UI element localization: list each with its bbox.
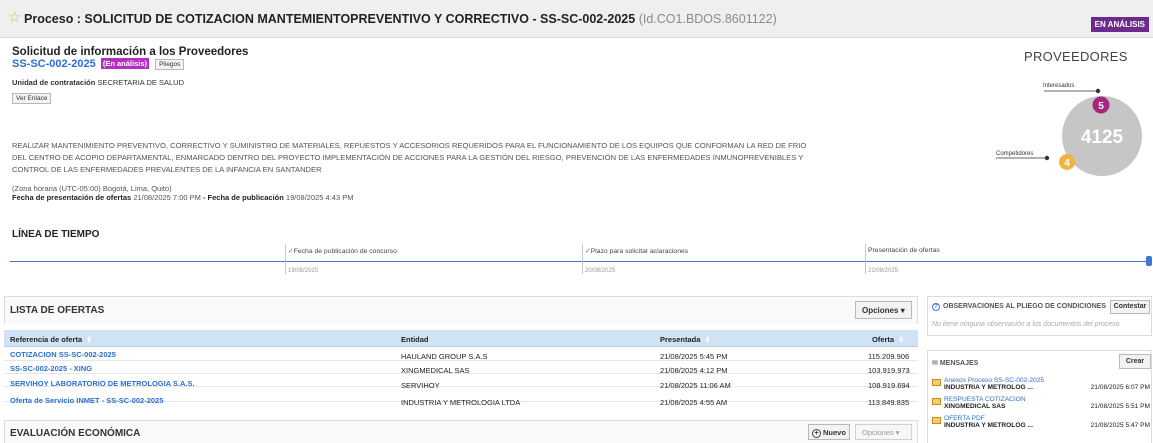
- competidores-dot: [1044, 155, 1050, 161]
- ver-enlace-button[interactable]: Ver Enlace: [12, 93, 52, 104]
- envelope-icon: [932, 379, 941, 386]
- process-id: (Id.CO1.BDOS.8601122): [638, 12, 777, 26]
- message-sender: INDUSTRIA Y METROLOG ...: [944, 384, 1033, 391]
- status-tag: (En análisis): [100, 58, 150, 69]
- process-reference: SS-SC-002-2025 (En análisis) Pliegos: [12, 58, 185, 70]
- message-sender: INDUSTRIA Y METROLOG ...: [944, 422, 1033, 429]
- offer-date: 21/08/2025 11:06 AM: [660, 381, 731, 390]
- messages-title: ✉ MENSAJES: [932, 360, 979, 367]
- column-header-entity: Entidad: [401, 335, 429, 344]
- interesados-count: 5: [1098, 101, 1104, 112]
- message-sender: XINGMEDICAL SAS: [944, 403, 1006, 410]
- offers-options-button[interactable]: Opciones ▾: [855, 301, 912, 319]
- competidores-label: Competidores: [996, 151, 1033, 157]
- process-header: ☆ Proceso : SOLICITUD DE COTIZACION MANT…: [0, 0, 1153, 38]
- timeline-tick: [865, 244, 866, 274]
- offer-date: 21/08/2025 5:45 PM: [660, 352, 728, 361]
- message-subject[interactable]: Anexos Proceso SS-SC-002-2025: [944, 377, 1044, 384]
- process-dates: Fecha de presentación de ofertas 21/08/2…: [12, 193, 354, 202]
- interesados-label: Interesados: [1043, 83, 1074, 89]
- envelope-icon: ✉: [932, 360, 938, 367]
- timeline-event-date: 20/08/2025: [585, 268, 616, 274]
- offer-reference-link[interactable]: Oferta de Servicio INMET - SS-SC-002-202…: [10, 396, 163, 405]
- process-description: REALIZAR MANTENIMIENTO PREVENTIVO, CORRE…: [12, 141, 807, 174]
- contestar-button[interactable]: Contestar: [1110, 300, 1150, 314]
- crear-button[interactable]: Crear: [1119, 354, 1151, 369]
- interesados-dot: [1095, 88, 1101, 94]
- observations-empty-text: No tiene ninguna observación a los docum…: [932, 321, 1120, 328]
- info-title: Solicitud de información a los Proveedor…: [12, 46, 249, 58]
- evaluation-panel: [4, 420, 918, 443]
- offer-amount: 103.919.973: [868, 366, 910, 375]
- plus-icon: +: [812, 429, 821, 438]
- proveedores-bubble-chart: 4125 Interesados 5 Competidores 4: [996, 83, 1142, 176]
- offer-amount: 113.849.835: [868, 398, 910, 407]
- message-date: 21/08/2025 6:07 PM: [1090, 384, 1150, 391]
- offer-amount: 115.209.906: [868, 352, 910, 361]
- chevron-down-icon: ▾: [895, 428, 900, 437]
- timeline-line: [10, 261, 1150, 262]
- sort-icon[interactable]: ⇕: [898, 335, 904, 344]
- process-title: Proceso : SOLICITUD DE COTIZACION MANTEM…: [24, 12, 777, 26]
- sort-icon[interactable]: ⇕: [86, 335, 92, 344]
- message-item[interactable]: RESPUESTA COTIZACION XINGMEDICAL SAS 21/…: [932, 396, 1150, 411]
- timeline-event-label: ✓Fecha de publicación de concurso: [288, 248, 397, 255]
- envelope-icon: [932, 398, 941, 405]
- envelope-icon: [932, 417, 941, 424]
- competidores-count: 4: [1064, 158, 1070, 169]
- column-header-offer[interactable]: Oferta ⇕: [872, 335, 904, 344]
- timeline-current-marker: [1146, 256, 1152, 266]
- new-evaluation-button[interactable]: + Nuevo: [808, 424, 850, 440]
- contracting-unit: Unidad de contratación SECRETARIA DE SAL…: [12, 78, 184, 87]
- star-icon[interactable]: ☆: [8, 10, 21, 25]
- timeline-tick: [582, 244, 583, 274]
- message-date: 21/08/2025 5:51 PM: [1090, 403, 1150, 410]
- offer-reference-link[interactable]: COTIZACION SS-SC-002-2025: [10, 350, 116, 359]
- offer-entity: INDUSTRIA Y METROLOGIA LTDA: [401, 398, 521, 407]
- timeline-event-date: 21/08/2025: [868, 268, 899, 274]
- evaluation-title: EVALUACIÓN ECONÓMICA: [10, 428, 141, 439]
- offer-reference-link[interactable]: SERVIHOY LABORATORIO DE METROLOGIA S.A.S…: [10, 379, 195, 388]
- message-subject[interactable]: RESPUESTA COTIZACION: [944, 396, 1026, 403]
- proveedores-title: PROVEEDORES: [1024, 49, 1128, 64]
- question-icon: ?: [932, 303, 940, 311]
- chevron-down-icon: ▾: [900, 306, 905, 315]
- timeline-event-date: 19/08/2025: [288, 268, 319, 274]
- total-count: 4125: [1081, 127, 1124, 148]
- evaluation-options-button[interactable]: Opciones ▾: [855, 424, 912, 440]
- sort-icon[interactable]: ⇕: [704, 335, 710, 344]
- status-badge: EN ANÁLISIS: [1090, 17, 1149, 32]
- offer-date: 21/08/2025 4:55 AM: [660, 398, 728, 407]
- offer-entity: XINGMEDICAL SAS: [401, 366, 470, 375]
- message-item[interactable]: OFERTA PDF INDUSTRIA Y METROLOG ... 21/0…: [932, 415, 1150, 430]
- timezone: (Zona horaria (UTC-05:00) Bogotá, Lima, …: [12, 184, 172, 193]
- message-item[interactable]: Anexos Proceso SS-SC-002-2025 INDUSTRIA …: [932, 377, 1150, 392]
- timeline-event-label: Presentación de ofertas: [868, 247, 940, 254]
- timeline-title: LÍNEA DE TIEMPO: [12, 229, 100, 240]
- observations-title: ? OBSERVACIONES AL PLIEGO DE CONDICIONES: [932, 303, 1106, 311]
- offer-entity: HAULAND GROUP S.A.S: [401, 352, 488, 361]
- timeline-event-label: ✓Plazo para solicitar aclaraciones: [585, 248, 689, 255]
- offers-panel: [4, 296, 918, 324]
- offers-title: LISTA DE OFERTAS: [10, 305, 105, 316]
- message-date: 21/08/2025 5:47 PM: [1090, 422, 1150, 429]
- offer-reference-link[interactable]: SS-SC-002-2025 - XING: [10, 364, 92, 373]
- offer-date: 21/08/2025 4:12 PM: [660, 366, 728, 375]
- offer-amount: 108.919.694: [868, 381, 910, 390]
- timeline-tick: [285, 244, 286, 274]
- offers-table-header: [4, 330, 918, 347]
- pliegos-button[interactable]: Pliegos: [155, 59, 185, 70]
- column-header-reference[interactable]: Referencia de oferta ⇕: [10, 335, 92, 344]
- column-header-submitted[interactable]: Presentada ⇕: [660, 335, 711, 344]
- message-subject[interactable]: OFERTA PDF: [944, 415, 985, 422]
- offer-entity: SERVIHOY: [401, 381, 440, 390]
